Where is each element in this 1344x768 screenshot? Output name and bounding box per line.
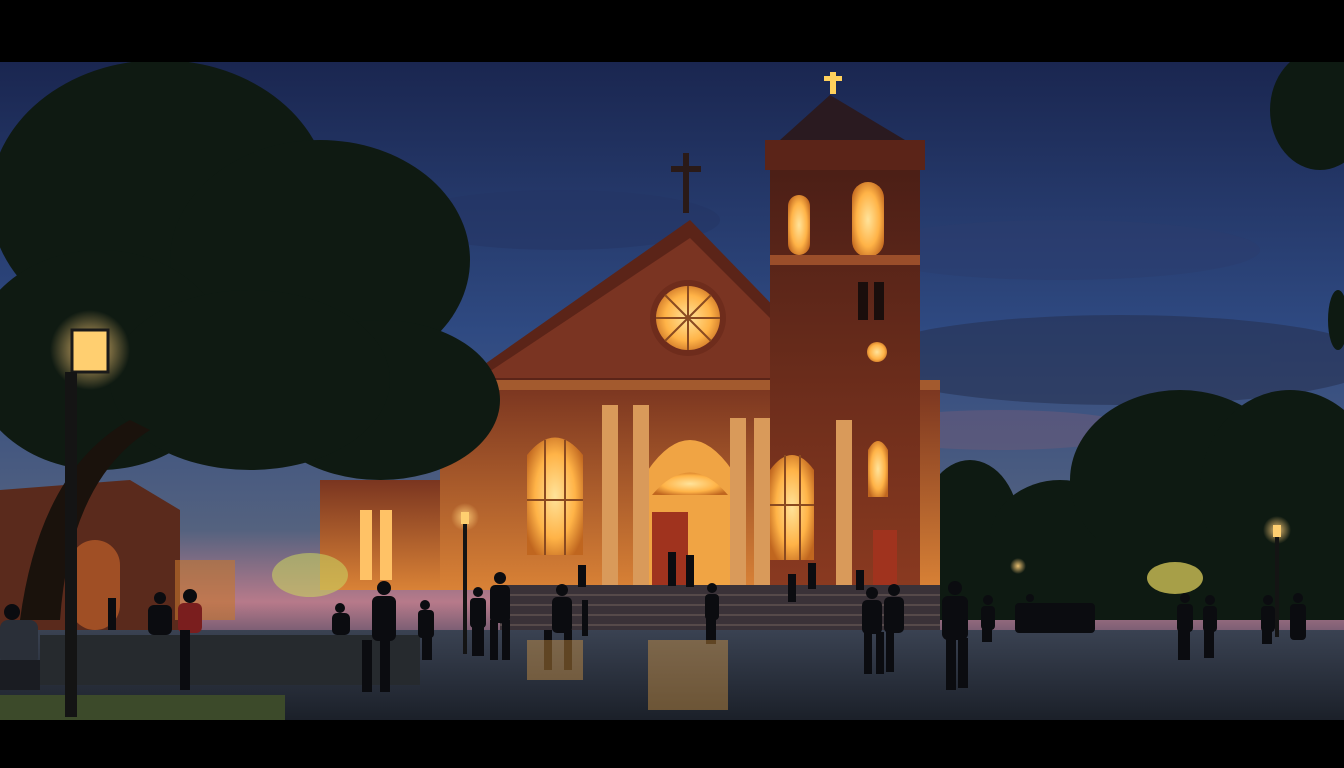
lit-tree-right	[1147, 562, 1203, 594]
lawn	[0, 695, 285, 720]
lit-tree-left	[272, 553, 348, 597]
window-left	[527, 437, 583, 555]
scene-svg	[0, 62, 1344, 720]
letterbox-top	[0, 0, 1344, 62]
photo-scene	[0, 62, 1344, 720]
window-right	[770, 455, 814, 560]
letterbox-bottom	[0, 720, 1344, 768]
